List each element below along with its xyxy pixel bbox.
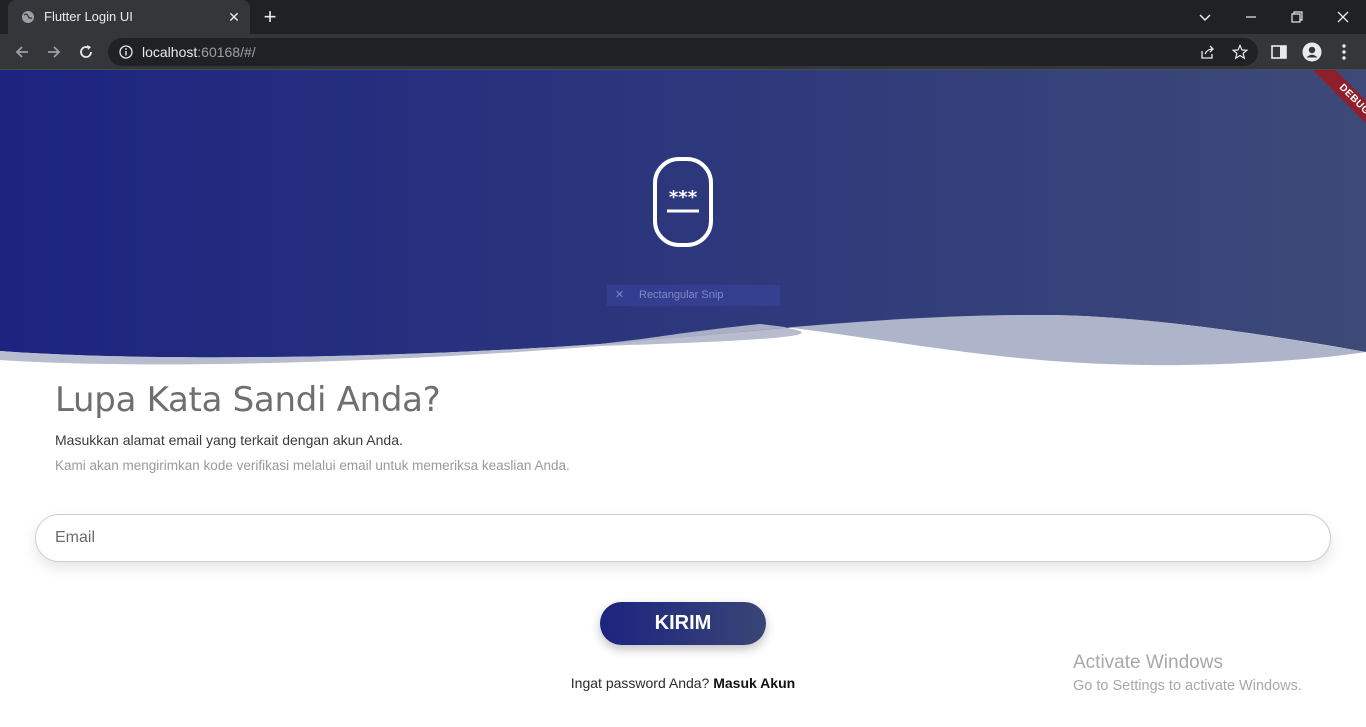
profile-avatar-icon[interactable] <box>1302 42 1322 62</box>
submit-button[interactable]: KIRIM <box>600 602 766 645</box>
snip-tooltip: ✕ Rectangular Snip <box>607 285 780 306</box>
tab-search-icon[interactable] <box>1194 6 1216 28</box>
snip-icon: ✕ <box>615 289 625 301</box>
debug-banner: DEBUG <box>1296 70 1366 140</box>
url-path: :60168/#/ <box>197 44 256 60</box>
login-prompt-text: Ingat password Anda? <box>570 675 710 691</box>
tab-title: Flutter Login UI <box>44 9 133 24</box>
page-description: Kami akan mengirimkan kode verifikasi me… <box>55 458 570 473</box>
snip-label: Rectangular Snip <box>639 289 724 301</box>
close-window-icon[interactable] <box>1332 6 1354 28</box>
tab-close-icon[interactable]: ✕ <box>226 9 242 25</box>
browser-tab[interactable]: Flutter Login UI ✕ <box>8 0 250 34</box>
password-lock-icon: *** <box>653 157 713 247</box>
bookmark-star-icon[interactable] <box>1232 44 1248 60</box>
browser-titlebar: Flutter Login UI ✕ + <box>0 0 1366 34</box>
new-tab-button[interactable]: + <box>259 6 281 29</box>
email-field[interactable] <box>35 514 1331 562</box>
reload-icon[interactable] <box>75 41 97 63</box>
minimize-icon[interactable] <box>1240 6 1262 28</box>
page-title: Lupa Kata Sandi Anda? <box>55 380 441 420</box>
address-bar[interactable]: localhost:60168/#/ <box>108 38 1258 66</box>
page-viewport: *** ✕ Rectangular Snip DEBUG Lupa Kata S… <box>0 70 1366 727</box>
debug-label: DEBUG <box>1312 70 1366 140</box>
side-panel-icon[interactable] <box>1269 42 1289 62</box>
share-icon[interactable] <box>1200 44 1216 60</box>
activate-windows-watermark: Activate Windows Go to Settings to activ… <box>1073 652 1302 694</box>
kebab-menu-icon[interactable] <box>1334 42 1354 62</box>
url-text[interactable]: localhost:60168/#/ <box>142 44 256 60</box>
back-arrow-icon[interactable] <box>11 41 33 63</box>
site-info-icon[interactable] <box>119 45 133 59</box>
globe-icon <box>22 11 34 23</box>
email-input[interactable] <box>55 515 1305 561</box>
login-link[interactable]: Masuk Akun <box>713 675 795 691</box>
svg-text:***: *** <box>669 187 698 208</box>
restore-icon[interactable] <box>1286 6 1308 28</box>
url-host: localhost <box>142 44 198 60</box>
browser-toolbar: localhost:60168/#/ <box>0 34 1366 70</box>
forward-arrow-icon[interactable] <box>43 41 65 63</box>
page-subtitle: Masukkan alamat email yang terkait denga… <box>55 432 403 448</box>
watermark-subtitle: Go to Settings to activate Windows. <box>1073 678 1302 694</box>
watermark-title: Activate Windows <box>1073 652 1223 673</box>
